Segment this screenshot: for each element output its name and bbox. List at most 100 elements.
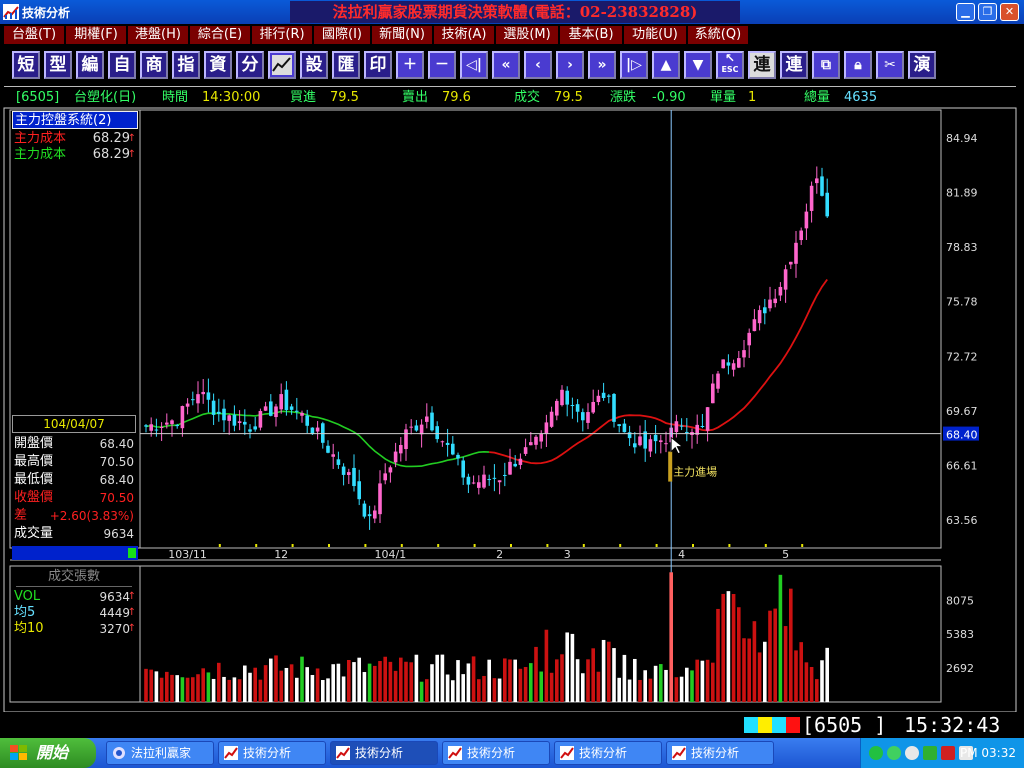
volume-bar: [581, 673, 585, 702]
volume-bar: [544, 629, 549, 702]
candle-body: [825, 192, 829, 217]
volume-legend-row: 均5 4449 ↑: [14, 605, 138, 621]
volume-bar: [596, 671, 601, 702]
chart-app-icon: [560, 746, 574, 760]
event-marker: [728, 544, 731, 547]
volume-bar: [201, 668, 205, 702]
volume-bar: [508, 659, 512, 702]
volume-bar: [373, 665, 377, 702]
candle-body: [659, 440, 663, 443]
app-window: 技術分析 法拉利贏家股票期貨決策軟體(電話：02-23832828) ▁ ❐ ✕…: [0, 0, 1024, 768]
volume-bar: [430, 664, 434, 702]
taskbar: 開始 法拉利贏家 技術分析 技術分析 技術分析 技術分析 技術分析 PM 03:…: [0, 738, 1024, 768]
candle-body: [217, 411, 221, 414]
volume-bar: [674, 677, 679, 702]
candle-body: [331, 454, 335, 457]
ohlc-volume-row: 成交量 9634: [12, 525, 136, 543]
candle-body: [180, 406, 185, 429]
ohlc-value: 68.40: [99, 473, 134, 487]
taskbar-item[interactable]: 技術分析: [666, 741, 774, 765]
taskbar-item[interactable]: 技術分析: [218, 741, 326, 765]
scroll-indicator[interactable]: [12, 546, 138, 560]
taskbar-item-active[interactable]: 技術分析: [330, 741, 438, 765]
volume-label: 均10: [14, 621, 44, 636]
event-marker: [400, 544, 403, 547]
candle-body: [175, 424, 179, 427]
security-icon[interactable]: [905, 746, 919, 760]
taskbar-item[interactable]: 法拉利贏家: [106, 741, 214, 765]
event-marker: [364, 544, 367, 547]
status-stock-code[interactable]: [6505 ]: [802, 714, 886, 736]
volume-bar: [565, 632, 569, 702]
volume-bar: [513, 659, 517, 702]
volume-bar: [383, 656, 387, 702]
candle-body: [185, 403, 190, 407]
candle-body: [815, 178, 819, 184]
indicator-legend-row: 主力成本 68.29 ↑: [14, 131, 138, 147]
volume-bar: [425, 679, 429, 702]
candle-body: [393, 451, 398, 463]
volume-bar: [274, 655, 278, 702]
candle-body: [508, 461, 512, 475]
indicator-value: 68.29: [92, 147, 130, 162]
candle-body: [295, 410, 299, 412]
arrow-up-icon: ↑: [127, 149, 136, 160]
volume-bar: [445, 674, 450, 702]
volume-bar: [300, 656, 304, 702]
candle-body: [243, 421, 247, 425]
volume-bar: [222, 676, 226, 702]
candle-body: [570, 405, 575, 407]
candle-body: [341, 466, 346, 475]
candle-body: [170, 420, 174, 425]
candle-body: [737, 358, 741, 368]
volume-value: 9634: [99, 590, 130, 604]
volume-bar: [601, 639, 606, 702]
event-marker: [437, 544, 440, 547]
volume-legend-panel: 成交張數 VOL 9634 ↑ 均5 4449 ↑ 均10 3270 ↑: [10, 566, 138, 702]
taskbar-item[interactable]: 技術分析: [442, 741, 550, 765]
volume-tick-label: 2692: [946, 662, 974, 675]
chart-area[interactable]: 68.40 主力進場 84.94 81.89 78.83 75.78 72.72 69.67 6…: [0, 0, 1024, 712]
volume-bar: [336, 663, 341, 702]
candle-body: [705, 407, 710, 431]
start-button[interactable]: 開始: [0, 738, 96, 768]
volume-bar: [227, 679, 231, 702]
candle-body: [721, 359, 725, 369]
volume-bar: [799, 642, 803, 702]
volume-value: 3270: [99, 622, 130, 636]
volume-bar: [263, 665, 268, 702]
candle-body: [154, 429, 159, 431]
price-tick-label: 63.56: [946, 514, 978, 527]
taskbar-item[interactable]: 技術分析: [554, 741, 662, 765]
volume-bar: [144, 668, 148, 702]
volume-bar: [643, 670, 647, 702]
candle-body: [279, 394, 283, 410]
candle-body: [747, 332, 751, 346]
ohlc-label: 最低價: [14, 472, 54, 487]
volume-bar: [664, 669, 668, 702]
ohlc-value: 68.40: [99, 437, 134, 451]
volume-bar: [503, 658, 507, 702]
volume-bar: [529, 663, 533, 702]
volume-bar: [789, 588, 793, 702]
volume-bar: [570, 633, 575, 702]
candle-body: [362, 503, 367, 517]
indicator-system-title[interactable]: 主力控盤系統(2): [12, 111, 138, 129]
sync-icon[interactable]: [887, 746, 901, 760]
candle-body: [232, 414, 237, 426]
volume-bar: [711, 662, 715, 702]
candle-body: [196, 394, 200, 404]
chart-frame: [3, 107, 1017, 712]
volume-bar: [237, 679, 242, 702]
scroll-thumb[interactable]: [128, 548, 136, 558]
shield-icon[interactable]: [923, 746, 937, 760]
candle-body: [586, 412, 590, 423]
volume-bar: [539, 671, 543, 702]
alert-icon[interactable]: [941, 746, 955, 760]
volume-bar: [492, 678, 497, 702]
volume-bar: [435, 654, 439, 702]
indicator-label: 主力成本: [14, 131, 67, 146]
candle-body: [783, 269, 788, 290]
status-clock: 15:32:43: [904, 713, 1001, 737]
network-icon[interactable]: [869, 746, 883, 760]
